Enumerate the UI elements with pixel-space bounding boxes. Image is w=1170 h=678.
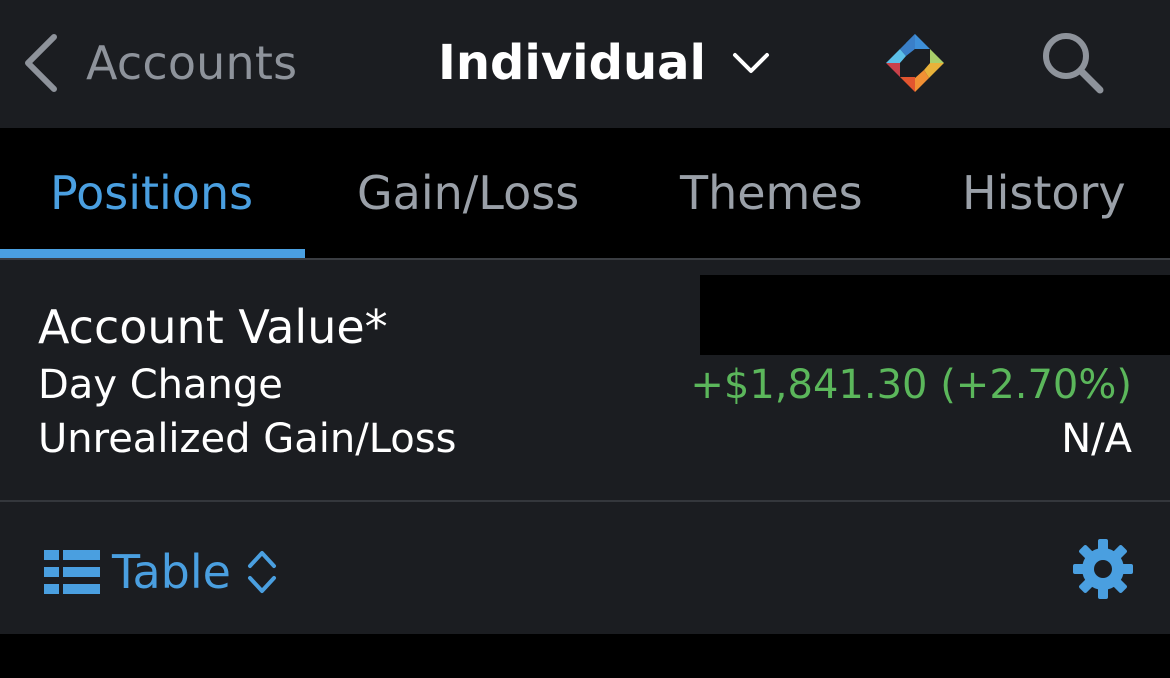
tab-themes[interactable]: Themes	[680, 128, 863, 258]
tab-bar: Positions Gain/Loss Themes History	[0, 128, 1170, 258]
account-summary: Account Value* Day Change +$1,841.30 (+2…	[0, 260, 1170, 500]
view-mode-label: Table	[112, 545, 231, 599]
tab-positions[interactable]: Positions	[50, 128, 253, 258]
table-view-icon	[44, 550, 100, 594]
gear-icon[interactable]	[1072, 538, 1134, 600]
chevron-left-icon	[25, 34, 57, 92]
navigation-bar: Accounts Individual	[0, 0, 1170, 128]
back-button[interactable]: Accounts	[22, 30, 297, 96]
active-tab-indicator	[0, 249, 305, 258]
positions-toolbar: Table	[0, 502, 1170, 634]
positions-list-area	[0, 634, 1170, 678]
search-icon[interactable]	[1040, 30, 1104, 94]
view-mode-selector[interactable]: Table	[44, 540, 277, 604]
back-label: Accounts	[86, 36, 298, 90]
app-logo[interactable]	[884, 32, 946, 94]
tab-history[interactable]: History	[962, 128, 1126, 258]
up-down-chevron-icon	[247, 551, 276, 593]
account-name: Individual	[438, 35, 706, 91]
account-value-redacted	[700, 275, 1170, 355]
tab-gain-loss[interactable]: Gain/Loss	[357, 128, 579, 258]
chevron-down-icon	[732, 53, 769, 73]
unrealized-gain-loss-value: N/A	[1061, 416, 1132, 462]
day-change-label: Day Change	[38, 362, 283, 408]
day-change-value: +$1,841.30 (+2.70%)	[690, 362, 1132, 408]
account-value-label: Account Value*	[38, 300, 388, 354]
account-selector[interactable]: Individual	[438, 30, 770, 96]
unrealized-gain-loss-label: Unrealized Gain/Loss	[38, 416, 457, 462]
